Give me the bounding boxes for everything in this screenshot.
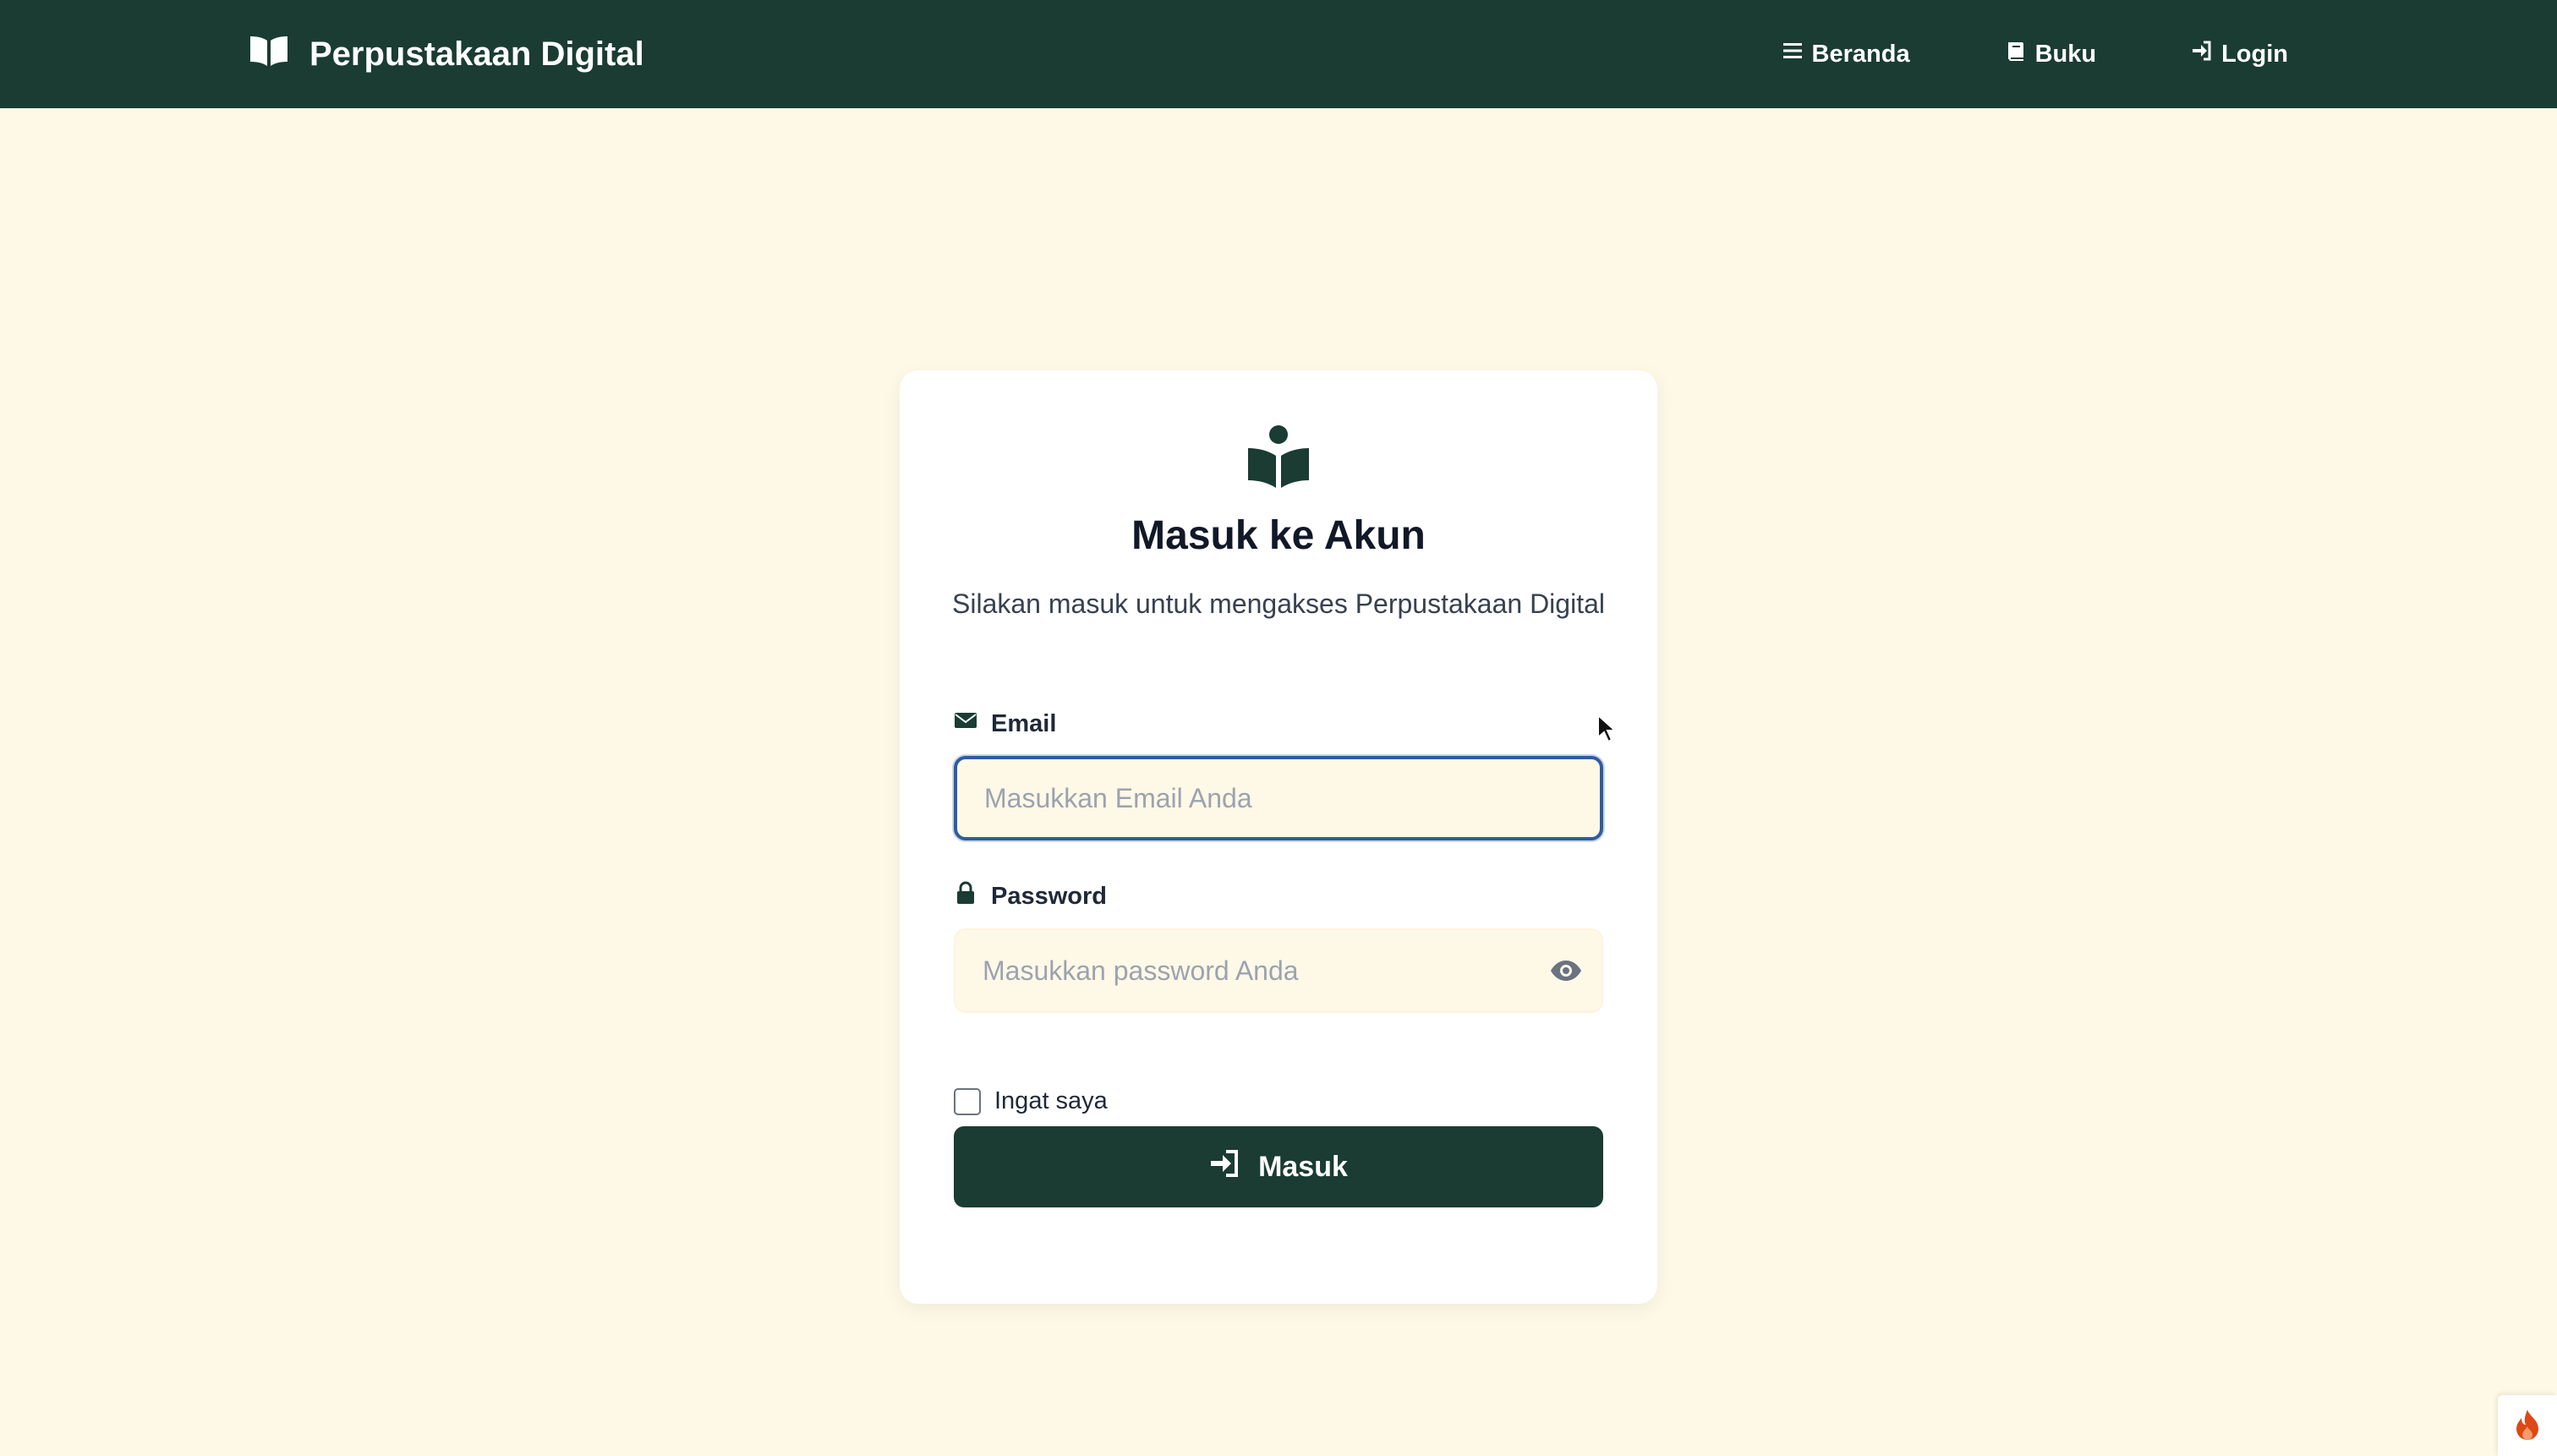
- password-input[interactable]: [983, 955, 1574, 987]
- remember-checkbox[interactable]: [954, 1087, 981, 1115]
- sign-in-icon: [2191, 40, 2213, 68]
- password-label: Password: [954, 881, 1107, 911]
- login-card: Masuk ke Akun Silakan masuk untuk mengak…: [900, 370, 1657, 1304]
- nav-link-buku[interactable]: Buku: [2005, 40, 2097, 68]
- submit-label: Masuk: [1258, 1150, 1348, 1183]
- password-label-text: Password: [991, 882, 1107, 910]
- nav-link-beranda[interactable]: Beranda: [1782, 40, 1910, 68]
- email-field-wrapper: [954, 756, 1603, 840]
- toggle-password-button[interactable]: [1549, 955, 1583, 989]
- nav-links: Beranda Buku Login: [1782, 0, 2288, 108]
- email-label-text: Email: [991, 709, 1057, 737]
- bars-icon: [1782, 40, 1804, 68]
- remember-label: Ingat saya: [994, 1087, 1108, 1114]
- email-input[interactable]: [984, 782, 1573, 814]
- sign-in-icon: [1209, 1149, 1240, 1185]
- debug-toolbar-button[interactable]: [2498, 1395, 2557, 1456]
- email-label: Email: [954, 709, 1056, 739]
- flame-icon: [2515, 1408, 2540, 1444]
- lock-icon: [954, 881, 977, 911]
- navbar: Perpustakaan Digital Beranda Buku Login: [0, 0, 2557, 108]
- book-icon: [2005, 40, 2027, 68]
- nav-link-login[interactable]: Login: [2191, 40, 2288, 68]
- login-submit-button[interactable]: Masuk: [954, 1126, 1603, 1207]
- brand-title: Perpustakaan Digital: [309, 35, 644, 73]
- mouse-cursor-icon: [1596, 713, 1618, 744]
- login-subtitle: Silakan masuk untuk mengakses Perpustaka…: [952, 588, 1605, 619]
- remember-me[interactable]: Ingat saya: [954, 1087, 1108, 1115]
- book-reader-icon: [900, 424, 1657, 492]
- nav-link-label: Buku: [2034, 40, 2097, 68]
- nav-link-label: Beranda: [1811, 40, 1910, 68]
- envelope-icon: [954, 709, 977, 739]
- login-title: Masuk ke Akun: [1131, 513, 1426, 558]
- nav-link-label: Login: [2221, 40, 2288, 68]
- brand-link[interactable]: Perpustakaan Digital: [249, 0, 644, 108]
- eye-icon: [1550, 959, 1582, 987]
- open-book-icon: [249, 33, 289, 75]
- password-field-wrapper: [954, 928, 1603, 1013]
